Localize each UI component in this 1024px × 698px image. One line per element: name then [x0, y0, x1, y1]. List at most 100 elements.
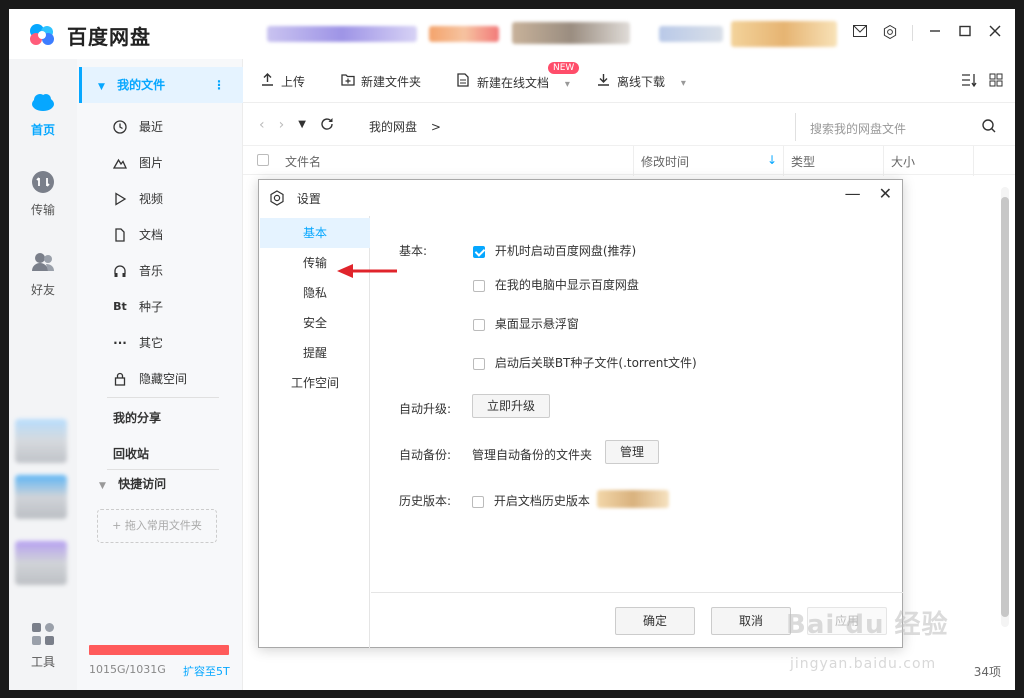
- option-floating-window[interactable]: 桌面显示悬浮窗: [473, 315, 579, 332]
- option-history-version[interactable]: 开启文档历史版本: [472, 492, 590, 509]
- scrollbar-thumb[interactable]: [1001, 197, 1009, 617]
- play-icon: [113, 192, 127, 206]
- option-label: 桌面显示悬浮窗: [494, 317, 579, 331]
- new-online-doc-button[interactable]: 新建在线文档 ▾: [457, 73, 570, 91]
- settings-tab-reminder[interactable]: 提醒: [260, 338, 370, 368]
- select-all-checkbox[interactable]: [257, 154, 269, 166]
- sidebar-item-recent[interactable]: 最近: [77, 109, 243, 145]
- option-show-in-my-computer[interactable]: 在我的电脑中显示百度网盘: [473, 276, 639, 293]
- sidebar-item-images[interactable]: 图片: [77, 145, 243, 181]
- autostart-checkbox[interactable]: [473, 245, 485, 258]
- mail-icon[interactable]: [852, 25, 868, 41]
- drag-folder-dropzone[interactable]: + 拖入常用文件夹: [97, 509, 217, 543]
- ok-button[interactable]: 确定: [615, 607, 695, 635]
- expand-storage-link[interactable]: 扩容至5T: [183, 663, 230, 679]
- auto-backup-label: 自动备份:: [399, 448, 452, 462]
- upload-icon: [261, 73, 275, 90]
- sidebar-item-label: 最近: [139, 120, 164, 134]
- sidebar-my-files-label: 我的文件: [117, 78, 166, 92]
- search-icon[interactable]: [981, 118, 997, 134]
- option-associate-bt[interactable]: 启动后关联BT种子文件(.torrent文件): [473, 354, 697, 371]
- sidebar-item-hidden-space[interactable]: 隐藏空间: [77, 361, 243, 397]
- sidebar-item-label: 音乐: [139, 264, 164, 278]
- sidebar-item-label: 其它: [139, 336, 164, 350]
- offline-download-button[interactable]: 离线下载 ▾: [597, 73, 686, 90]
- grid-view-icon[interactable]: [989, 73, 1003, 91]
- history-version-checkbox[interactable]: [472, 495, 484, 508]
- watermark-url: jingyan.baidu.com: [790, 656, 937, 672]
- path-bar: ‹ › ▼ 我的网盘 > 搜索我的网盘文件: [243, 109, 1015, 143]
- baidu-netdisk-logo-icon: [30, 24, 54, 45]
- rail-item-home[interactable]: 首页: [9, 89, 77, 138]
- file-list-scrollbar[interactable]: [1001, 187, 1009, 627]
- rail-label-transfer: 传输: [30, 203, 55, 217]
- cancel-button[interactable]: 取消: [711, 607, 791, 635]
- sidebar-item-my-share[interactable]: 我的分享: [113, 409, 161, 426]
- back-icon[interactable]: ‹: [259, 117, 265, 135]
- breadcrumb-separator: >: [430, 120, 441, 134]
- settings-tab-privacy[interactable]: 隐私: [260, 278, 370, 308]
- quick-access-header[interactable]: ▼ 快捷访问: [99, 475, 166, 492]
- minimize-icon[interactable]: [927, 25, 943, 41]
- search-input[interactable]: 搜索我的网盘文件: [810, 120, 906, 137]
- storage-quota-bar: [89, 645, 229, 655]
- basic-label: 基本:: [399, 244, 428, 258]
- upload-label: 上传: [281, 75, 306, 89]
- new-online-doc-label: 新建在线文档: [477, 76, 550, 90]
- breadcrumb-root[interactable]: 我的网盘: [369, 120, 417, 134]
- refresh-icon[interactable]: [320, 117, 334, 135]
- settings-tab-security[interactable]: 安全: [260, 308, 370, 338]
- column-header-size[interactable]: 大小: [891, 153, 915, 170]
- backup-description: 管理自动备份的文件夹: [472, 448, 593, 462]
- caret-down-icon[interactable]: ▾: [681, 78, 686, 89]
- upgrade-now-button[interactable]: 立即升级: [472, 394, 551, 418]
- auto-upgrade-label: 自动升级:: [399, 402, 452, 416]
- settings-tab-basic[interactable]: 基本: [260, 218, 370, 248]
- maximize-icon[interactable]: [957, 25, 973, 41]
- sidebar-item-documents[interactable]: 文档: [77, 217, 243, 253]
- minimize-icon[interactable]: —: [845, 184, 861, 203]
- column-header-modified[interactable]: 修改时间: [641, 153, 689, 170]
- column-header-type[interactable]: 类型: [791, 153, 815, 170]
- sidebar-item-torrents[interactable]: Bt 种子: [77, 289, 243, 325]
- show-in-computer-checkbox[interactable]: [473, 279, 485, 292]
- window-controls: [852, 24, 1003, 41]
- sidebar-item-label: 隐藏空间: [139, 372, 188, 386]
- sidebar-my-files[interactable]: ▼ 我的文件 ⋮: [79, 67, 243, 103]
- sidebar-item-recycle-bin[interactable]: 回收站: [113, 445, 149, 462]
- offline-download-label: 离线下载: [617, 75, 666, 89]
- caret-down-icon[interactable]: ▾: [565, 79, 570, 90]
- new-folder-button[interactable]: 新建文件夹: [341, 73, 421, 90]
- option-autostart[interactable]: 开机时启动百度网盘(推荐): [473, 242, 636, 259]
- toolbar: 上传 新建文件夹 新建在线文档 ▾ NEW 离线下载 ▾: [243, 59, 1015, 103]
- column-header-filename[interactable]: 文件名: [285, 153, 321, 170]
- rail-item-transfer[interactable]: 传输: [9, 169, 77, 218]
- floating-window-checkbox[interactable]: [473, 318, 485, 331]
- sidebar-divider: [107, 397, 219, 398]
- clock-icon: [113, 120, 127, 134]
- rail-item-friends[interactable]: 好友: [9, 249, 77, 298]
- tools-icon: [32, 623, 54, 645]
- rail-item-tools[interactable]: 工具: [9, 621, 77, 670]
- forward-icon[interactable]: ›: [279, 117, 285, 135]
- associate-bt-checkbox[interactable]: [473, 357, 485, 370]
- sidebar-item-videos[interactable]: 视频: [77, 181, 243, 217]
- blurred-rail-shortcut-2: [15, 475, 67, 519]
- sort-icon[interactable]: [961, 73, 977, 91]
- sort-desc-icon[interactable]: ↓: [767, 153, 777, 167]
- close-icon[interactable]: [987, 25, 1003, 41]
- more-vertical-icon[interactable]: ⋮: [213, 67, 225, 103]
- headphones-icon: [113, 264, 127, 278]
- settings-tab-workspace[interactable]: 工作空间: [260, 368, 370, 398]
- blurred-avatar: [512, 22, 630, 44]
- annotation-arrow-icon: [337, 264, 397, 278]
- lock-icon: [113, 372, 127, 386]
- manage-backup-button[interactable]: 管理: [605, 440, 660, 464]
- history-dropdown-icon[interactable]: ▼: [298, 119, 306, 135]
- search-box[interactable]: 搜索我的网盘文件: [795, 113, 1005, 141]
- close-icon[interactable]: ✕: [879, 184, 892, 203]
- sidebar-item-music[interactable]: 音乐: [77, 253, 243, 289]
- upload-button[interactable]: 上传: [261, 73, 305, 90]
- settings-icon[interactable]: [882, 24, 898, 41]
- sidebar-item-other[interactable]: ··· 其它: [77, 325, 243, 361]
